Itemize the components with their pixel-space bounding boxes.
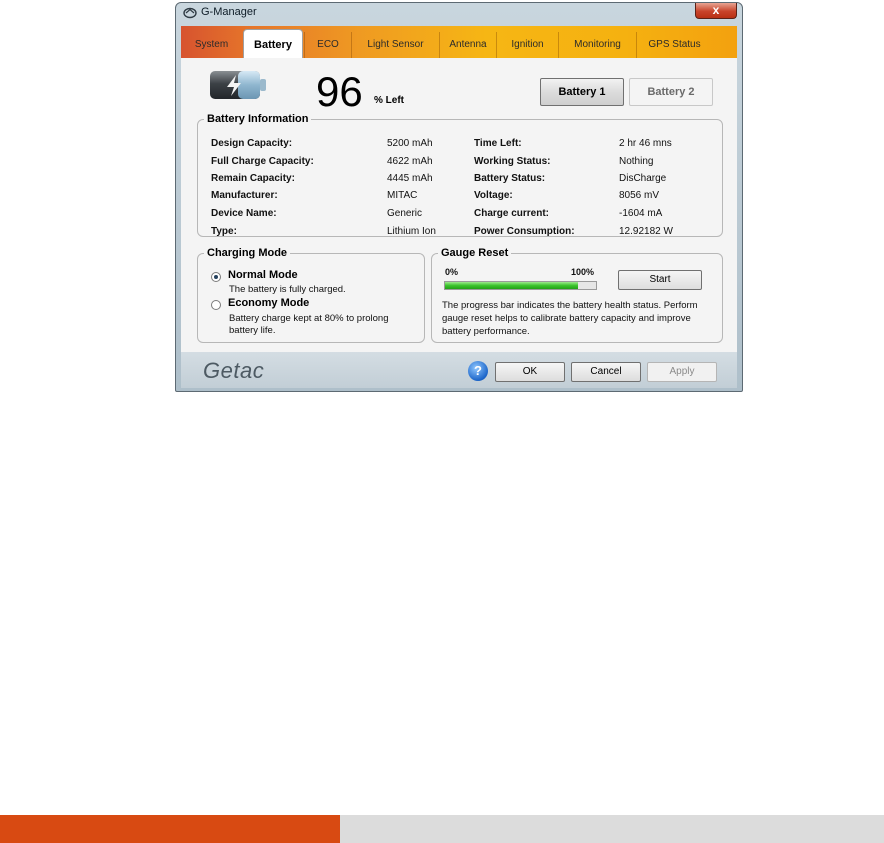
time-left-label: Time Left: — [474, 138, 522, 149]
type-label: Type: — [211, 226, 237, 237]
time-left-value: 2 hr 46 mns — [619, 138, 672, 149]
tab-monitoring[interactable]: Monitoring — [558, 32, 636, 58]
cancel-button[interactable]: Cancel — [571, 362, 641, 382]
battery-information-title: Battery Information — [207, 113, 309, 125]
remain-capacity-label: Remain Capacity: — [211, 173, 295, 184]
help-icon[interactable]: ? — [468, 361, 488, 381]
g-manager-window: G-Manager x System Battery ECO Light Sen… — [175, 2, 743, 392]
charge-current-label: Charge current: — [474, 208, 550, 219]
full-charge-capacity-label: Full Charge Capacity: — [211, 156, 314, 167]
tab-system[interactable]: System — [181, 32, 242, 58]
tab-antenna[interactable]: Antenna — [439, 32, 496, 58]
start-button[interactable]: Start — [618, 270, 702, 290]
working-status-value: Nothing — [619, 156, 654, 167]
remain-capacity-value: 4445 mAh — [387, 173, 433, 184]
battery-2-button[interactable]: Battery 2 — [629, 78, 713, 106]
tab-light-sensor[interactable]: Light Sensor — [351, 32, 439, 58]
battery-information-group: Battery Information Design Capacity: 520… — [197, 113, 723, 237]
economy-mode-label[interactable]: Economy Mode — [228, 297, 309, 309]
dialog-footer: Getac ? OK Cancel Apply — [181, 352, 737, 388]
power-consumption-value: 12.92182 W — [619, 226, 673, 237]
design-capacity-value: 5200 mAh — [387, 138, 433, 149]
battery-1-button[interactable]: Battery 1 — [540, 78, 624, 106]
app-icon — [183, 7, 197, 19]
economy-mode-radio[interactable] — [211, 300, 221, 310]
tab-gps-status[interactable]: GPS Status — [636, 32, 712, 58]
tab-battery[interactable]: Battery — [243, 29, 303, 58]
voltage-label: Voltage: — [474, 190, 513, 201]
getac-logo: Getac — [203, 358, 265, 383]
close-button[interactable]: x — [695, 3, 737, 19]
gauge-reset-title: Gauge Reset — [441, 247, 509, 259]
apply-button[interactable]: Apply — [647, 362, 717, 382]
battery-icon — [210, 71, 266, 99]
normal-mode-description: The battery is fully charged. — [229, 284, 346, 295]
working-status-label: Working Status: — [474, 156, 551, 167]
economy-mode-description: Battery charge kept at 80% to prolong ba… — [229, 313, 389, 336]
percent-left-label: % Left — [374, 95, 404, 106]
power-consumption-label: Power Consumption: — [474, 226, 575, 237]
ok-button[interactable]: OK — [495, 362, 565, 382]
full-charge-capacity-value: 4622 mAh — [387, 156, 433, 167]
progress-max-label: 100% — [571, 267, 595, 277]
tab-eco[interactable]: ECO — [304, 32, 351, 58]
manufacturer-value: MITAC — [387, 190, 418, 201]
gauge-reset-group: Gauge Reset 0% 100% Start The progress b… — [431, 247, 723, 343]
tab-strip: System Battery ECO Light Sensor Antenna … — [181, 26, 737, 58]
page-footer-grey-bar — [340, 815, 884, 843]
page-footer-accent-bar — [0, 815, 340, 843]
close-icon: x — [712, 3, 720, 17]
device-name-value: Generic — [387, 208, 423, 219]
title-bar[interactable]: G-Manager x — [176, 3, 742, 23]
manufacturer-label: Manufacturer: — [211, 190, 278, 201]
window-title: G-Manager — [201, 6, 257, 18]
battery-health-progress-bar — [444, 281, 597, 290]
normal-mode-label[interactable]: Normal Mode — [228, 269, 298, 281]
battery-status-label: Battery Status: — [474, 173, 546, 184]
voltage-value: 8056 mV — [619, 190, 660, 201]
battery-status-value: DisCharge — [619, 173, 667, 184]
progress-min-label: 0% — [445, 267, 459, 277]
charging-mode-group: Charging Mode Normal Mode The battery is… — [197, 247, 425, 343]
battery-panel: 96 % Left Battery 1 Battery 2 Battery In… — [181, 58, 737, 353]
tab-ignition[interactable]: Ignition — [496, 32, 558, 58]
progress-fill — [445, 282, 578, 289]
design-capacity-label: Design Capacity: — [211, 138, 293, 149]
charging-mode-title: Charging Mode — [207, 247, 288, 259]
gauge-reset-description: The progress bar indicates the battery h… — [442, 300, 698, 337]
type-value: Lithium Ion — [387, 226, 436, 237]
device-name-label: Device Name: — [211, 208, 277, 219]
normal-mode-radio[interactable] — [211, 272, 221, 282]
charge-current-value: -1604 mA — [619, 208, 663, 219]
battery-percent: 96 — [316, 68, 363, 115]
